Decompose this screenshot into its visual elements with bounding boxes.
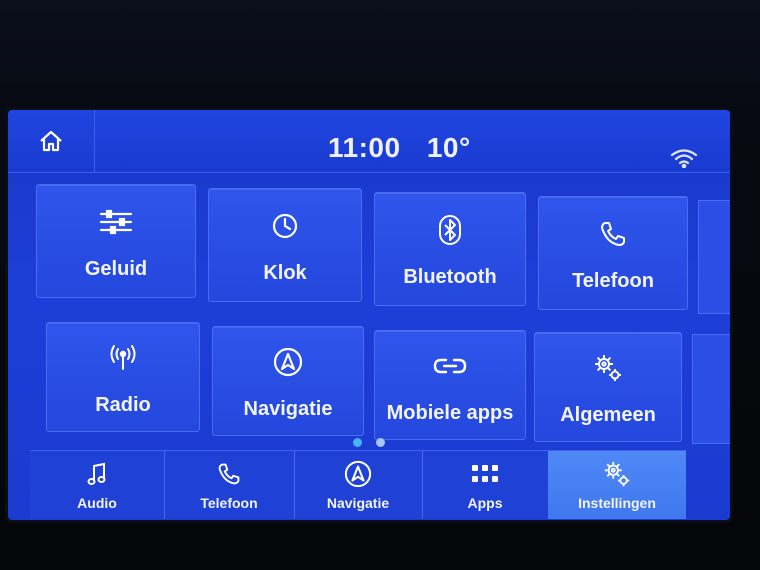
- tile-label: Geluid: [84, 257, 148, 280]
- settings-grid: Geluid Klok Bluetooth Telefoon Radio Nav…: [8, 180, 730, 444]
- link-icon: [433, 346, 467, 386]
- tile-geluid[interactable]: Geluid: [36, 184, 196, 298]
- music-note-icon: [87, 459, 107, 489]
- home-icon: [38, 129, 64, 153]
- gears-icon: [592, 348, 624, 388]
- tile-bluetooth[interactable]: Bluetooth: [374, 192, 526, 306]
- outside-temperature: 10°: [426, 132, 471, 163]
- nav-tab-label: Telefoon: [200, 495, 258, 511]
- wifi-icon: [670, 148, 698, 168]
- gears-icon: [602, 459, 632, 489]
- page-dot[interactable]: [376, 438, 386, 447]
- grid-icon: [471, 459, 499, 489]
- nav-tab-label: Instellingen: [578, 495, 656, 511]
- tile-label: Mobiele apps: [386, 401, 514, 424]
- next-tile-edge: [698, 200, 730, 314]
- nav-tab-label: Audio: [77, 495, 117, 511]
- home-button[interactable]: [8, 110, 95, 172]
- tile-label: Bluetooth: [403, 265, 497, 288]
- next-tile-edge: [692, 334, 730, 444]
- equalizer-icon: [99, 202, 133, 242]
- tile-telefoon[interactable]: Telefoon: [538, 196, 688, 310]
- nav-tab-telefoon[interactable]: Telefoon: [164, 451, 295, 519]
- navigation-icon: [273, 342, 303, 382]
- page-dot-active[interactable]: [353, 438, 362, 447]
- tile-label: Radio: [95, 393, 151, 416]
- nav-tab-label: Navigatie: [326, 495, 390, 511]
- phone-icon: [599, 214, 627, 254]
- tile-label: Navigatie: [243, 397, 333, 420]
- clock-temperature: 11:00 10°: [328, 132, 489, 164]
- phone-icon: [217, 459, 241, 489]
- status-bar: 11:00 10°: [8, 110, 730, 173]
- tile-label: Klok: [263, 261, 307, 284]
- tile-label: Telefoon: [572, 269, 654, 292]
- tile-algemeen[interactable]: Algemeen: [534, 332, 682, 442]
- nav-tab-audio[interactable]: Audio: [30, 451, 165, 519]
- tile-mobiele-apps[interactable]: Mobiele apps: [374, 330, 526, 440]
- clock-icon: [271, 206, 299, 246]
- tile-label: Algemeen: [560, 403, 656, 426]
- nav-tab-navigatie[interactable]: Navigatie: [294, 451, 423, 519]
- bluetooth-icon: [439, 210, 461, 250]
- tile-klok[interactable]: Klok: [208, 188, 362, 302]
- tile-navigatie[interactable]: Navigatie: [212, 326, 364, 436]
- infotainment-screen: 11:00 10° Geluid Klok Bluetooth Telefoon…: [8, 110, 730, 520]
- bottom-navigation: Audio Telefoon Navigatie Apps Instelling…: [30, 450, 686, 519]
- navigation-icon: [344, 459, 372, 489]
- nav-tab-label: Apps: [467, 495, 503, 511]
- radio-antenna-icon: [108, 338, 138, 378]
- nav-tab-apps[interactable]: Apps: [422, 451, 549, 519]
- clock-time: 11:00: [328, 132, 401, 163]
- nav-tab-instellingen[interactable]: Instellingen: [548, 451, 686, 519]
- tile-radio[interactable]: Radio: [46, 322, 200, 432]
